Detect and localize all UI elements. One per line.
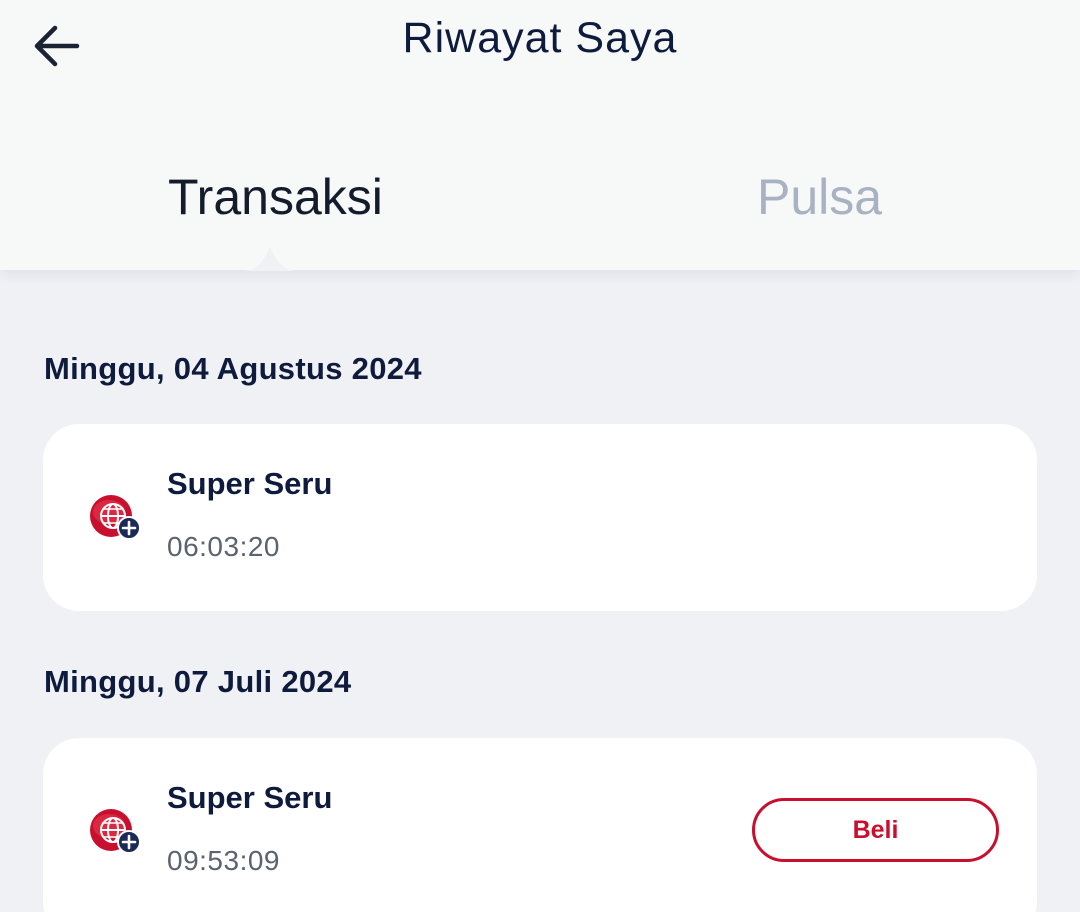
date-heading: Minggu, 04 Agustus 2024 xyxy=(44,351,422,386)
active-tab-indicator xyxy=(241,247,299,271)
transaction-card[interactable]: Super Seru 09:53:09 Beli xyxy=(43,738,1037,912)
date-heading: Minggu, 07 Juli 2024 xyxy=(44,664,352,699)
transaction-time: 06:03:20 xyxy=(167,531,280,562)
globe-plus-icon xyxy=(90,495,141,540)
header: Riwayat Saya Transaksi Pulsa xyxy=(0,0,1080,270)
buy-button[interactable]: Beli xyxy=(752,798,999,862)
transaction-card[interactable]: Super Seru 06:03:20 xyxy=(43,424,1037,611)
product-name: Super Seru xyxy=(167,780,333,815)
page-title: Riwayat Saya xyxy=(402,14,678,62)
product-name: Super Seru xyxy=(167,466,333,501)
transaction-time: 09:53:09 xyxy=(167,845,280,876)
history-page: Riwayat Saya Transaksi Pulsa Minggu, 04 … xyxy=(0,0,1080,912)
tab-pulsa[interactable]: Pulsa xyxy=(757,168,882,226)
tab-transaksi[interactable]: Transaksi xyxy=(168,168,383,226)
globe-plus-icon xyxy=(90,809,141,854)
